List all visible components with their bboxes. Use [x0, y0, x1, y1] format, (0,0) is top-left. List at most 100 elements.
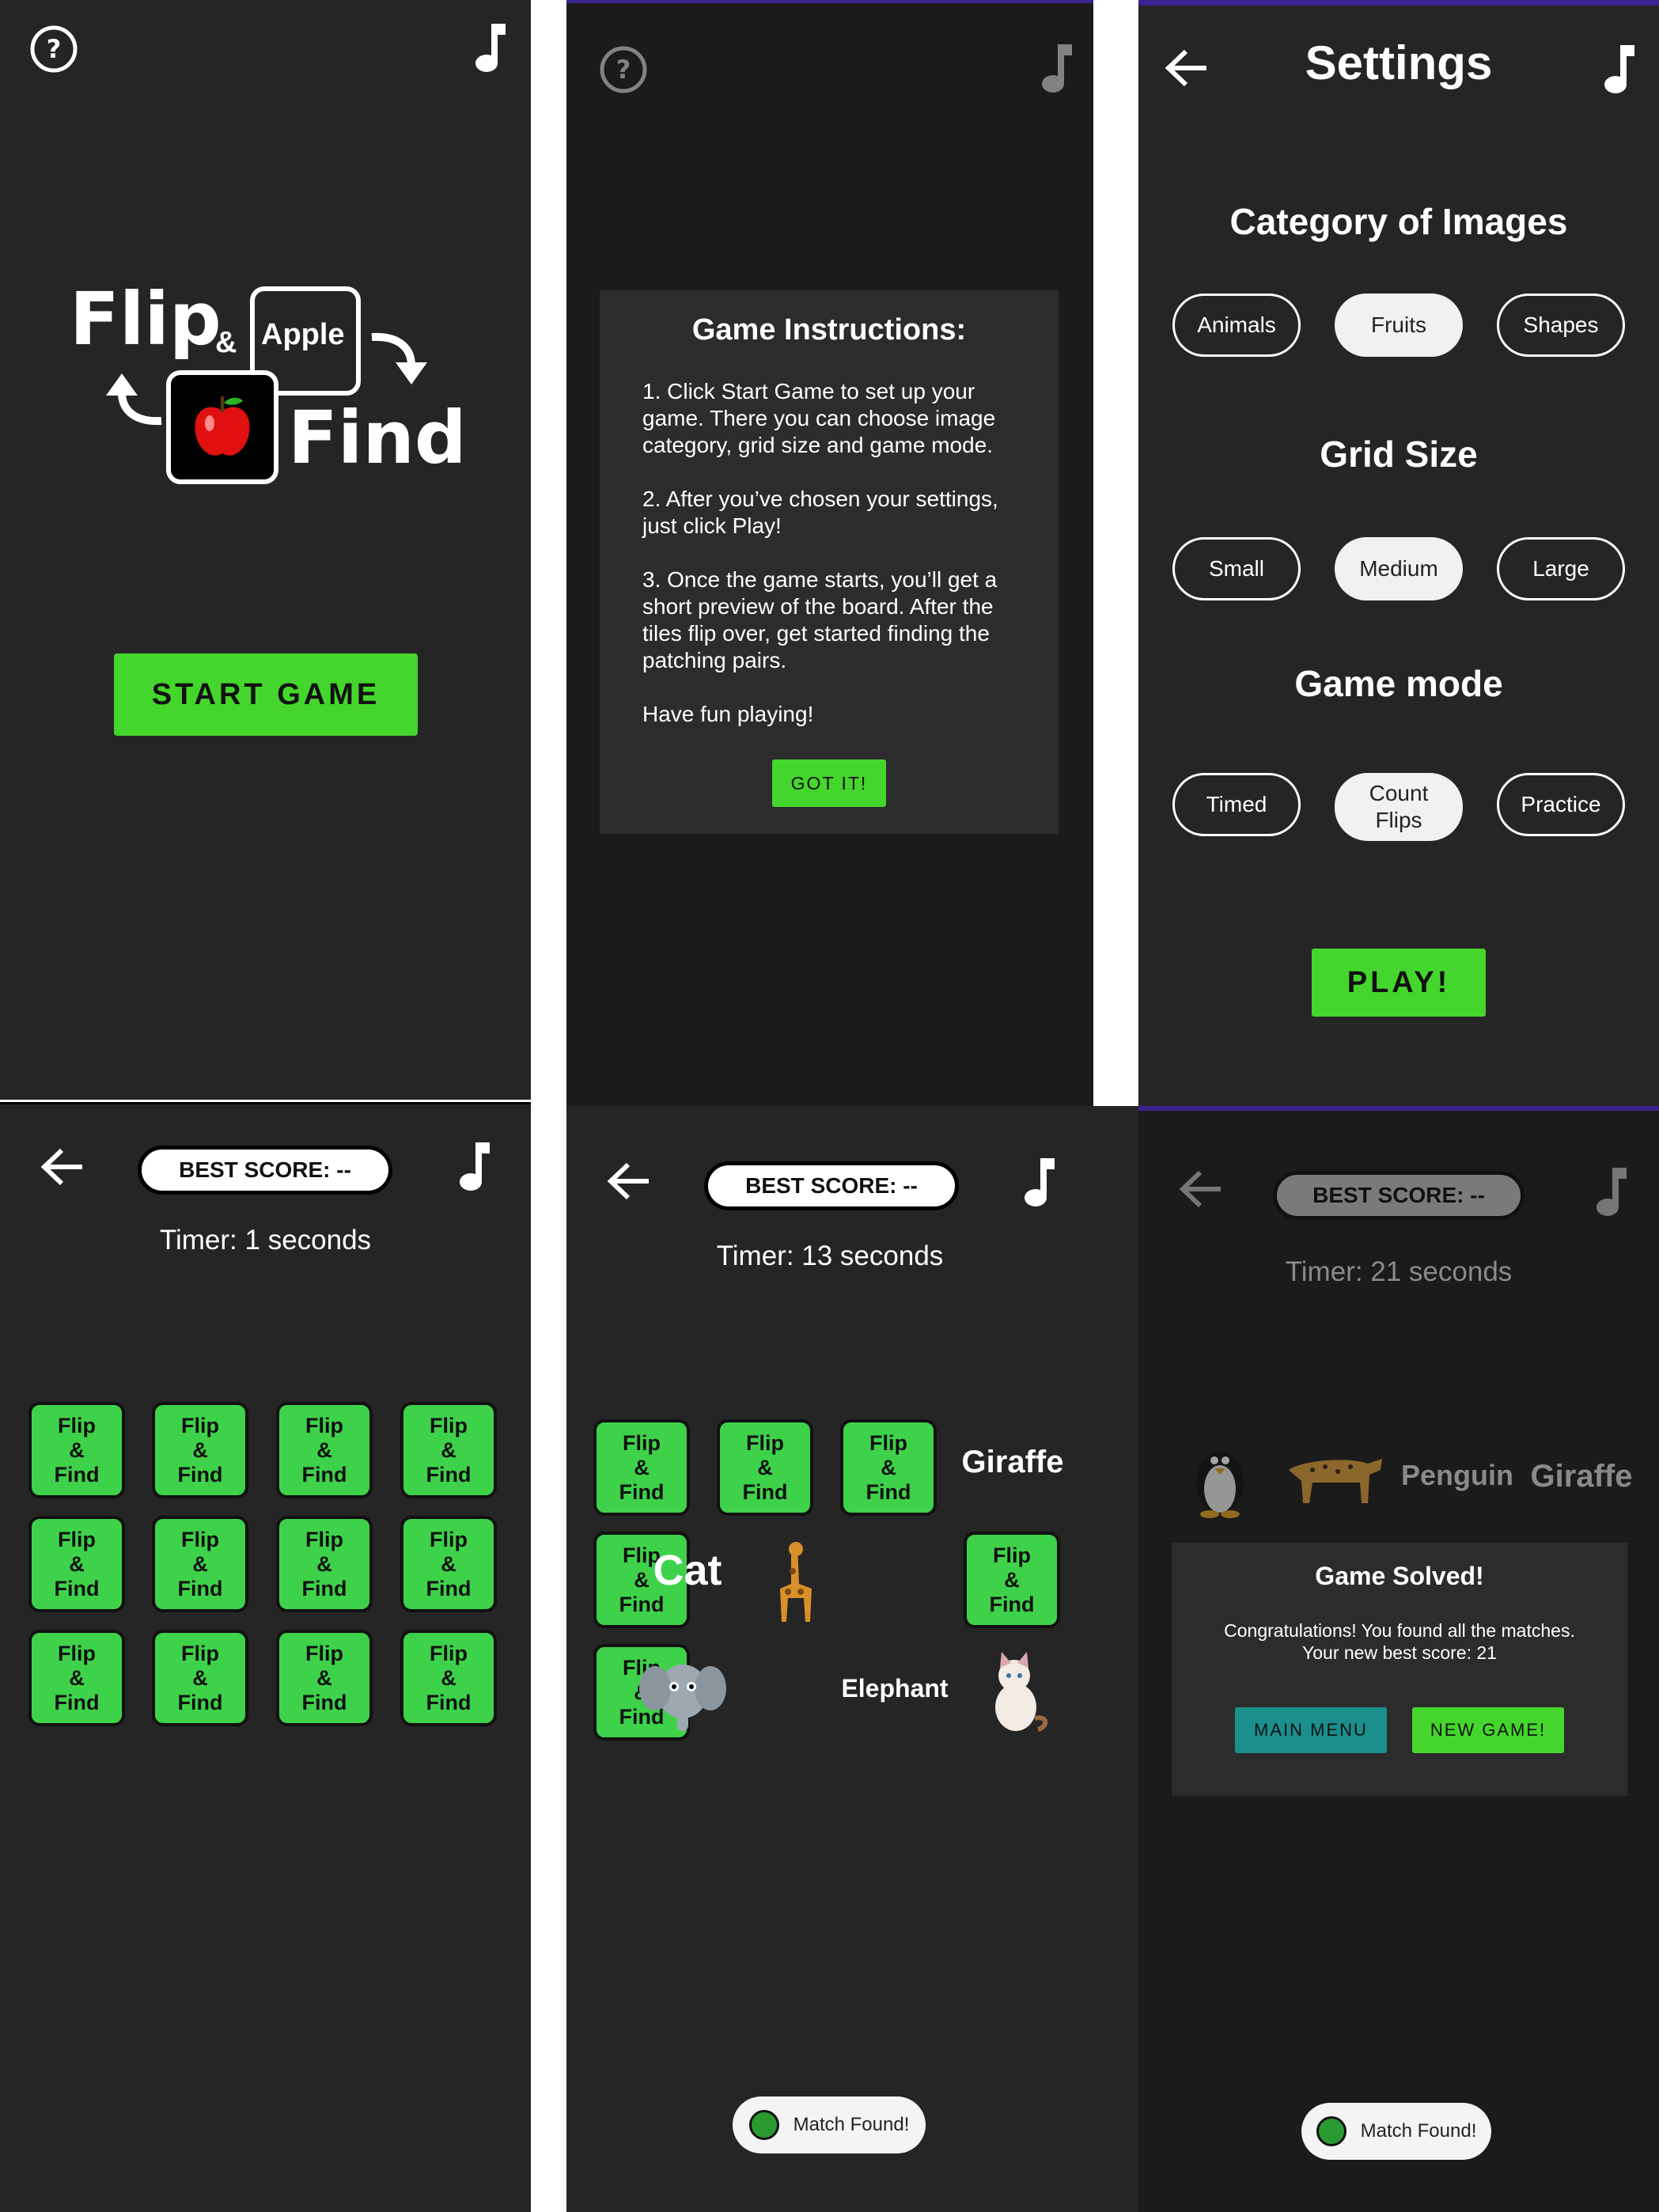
app-logo: Flip & Apple Find	[66, 277, 470, 491]
tile-text: &	[881, 1455, 896, 1479]
category-fruits-chip[interactable]: Fruits	[1335, 294, 1463, 357]
dialog-title: Game Instructions:	[691, 313, 967, 347]
page-title: Settings	[1305, 36, 1493, 89]
giraffe-word-card[interactable]: Giraffe	[960, 1445, 1065, 1480]
flip-find-tile[interactable]: Flip&Find	[152, 1516, 248, 1612]
tile-text: Find	[177, 1576, 223, 1600]
flip-find-tile[interactable]: Flip&Find	[28, 1516, 125, 1612]
grid-medium-chip[interactable]: Medium	[1335, 537, 1463, 600]
tile-text: Flip	[181, 1527, 219, 1551]
music-note-icon[interactable]	[449, 1136, 497, 1196]
music-note-icon	[1032, 38, 1079, 98]
best-score-badge: BEST SCORE: --	[138, 1146, 392, 1195]
tile-text: Flip	[305, 1641, 343, 1665]
back-arrow-icon[interactable]	[601, 1153, 657, 1209]
music-note-icon[interactable]	[465, 17, 513, 78]
flip-find-tile[interactable]: Flip&Find	[400, 1630, 497, 1726]
settings-screen: Settings Category of Images Animals Frui…	[1138, 0, 1659, 1106]
flip-find-tile[interactable]: Flip&Find	[276, 1516, 373, 1612]
best-score-badge: BEST SCORE: --	[704, 1161, 959, 1210]
flip-find-tile[interactable]: Flip&Find	[152, 1630, 248, 1726]
timer-label: Timer: 21 seconds	[1285, 1256, 1513, 1287]
match-found-toast: Match Found!	[1301, 2103, 1491, 2160]
tile-text: &	[192, 1551, 208, 1576]
tile-text: Find	[177, 1462, 223, 1487]
flip-find-tile[interactable]: Flip&Find	[717, 1419, 813, 1516]
flip-find-tile[interactable]: Flip&Find	[152, 1402, 248, 1498]
instruction-step-2: 2. After you’ve chosen your settings, ju…	[642, 487, 998, 538]
penguin-image-card	[1196, 1451, 1244, 1518]
mode-timed-chip[interactable]: Timed	[1172, 773, 1301, 836]
giraffe-image-card[interactable]	[756, 1540, 828, 1627]
tile-text: Flip	[181, 1641, 219, 1665]
grid-large-chip[interactable]: Large	[1497, 537, 1625, 600]
instruction-step-3: 3. Once the game starts, you’ll get a sh…	[642, 567, 998, 672]
tile-text: Flip	[430, 1413, 468, 1437]
toast-logo-icon	[1316, 2116, 1347, 2146]
logo-amp-text: &	[215, 326, 237, 359]
tile-text: Find	[742, 1479, 788, 1504]
mode-practice-chip[interactable]: Practice	[1497, 773, 1625, 836]
flip-find-tile[interactable]: Flip&Find	[400, 1402, 497, 1498]
instructions-screen: ? Game Instructions: 1. Click Start Game…	[566, 0, 1093, 1106]
congratulations-text: Congratulations! You found all the match…	[1224, 1620, 1575, 1641]
grid-small-chip[interactable]: Small	[1172, 537, 1301, 600]
grid-size-heading: Grid Size	[1320, 434, 1478, 475]
instruction-closing: Have fun playing!	[642, 702, 814, 726]
tile-text: Flip	[58, 1641, 96, 1665]
giraffe-word-card: Giraffe	[1530, 1459, 1633, 1494]
back-arrow-icon[interactable]	[35, 1139, 90, 1195]
start-game-button[interactable]: START GAME	[114, 653, 418, 736]
best-score-badge: BEST SCORE: --	[1273, 1171, 1525, 1220]
flip-find-tile[interactable]: Flip&Find	[593, 1419, 690, 1516]
play-button[interactable]: PLAY!	[1312, 949, 1486, 1017]
tile-text: Flip	[58, 1527, 96, 1551]
game-mode-heading: Game mode	[1294, 663, 1503, 704]
flip-find-tile[interactable]: Flip&Find	[400, 1516, 497, 1612]
flip-find-tile[interactable]: Flip&Find	[276, 1402, 373, 1498]
cheetah-image-card	[1289, 1459, 1382, 1503]
arrow-right-curve-icon	[371, 332, 427, 384]
elephant-image-card[interactable]	[639, 1653, 726, 1736]
tile-text: Find	[177, 1690, 223, 1714]
tile-text: &	[69, 1551, 85, 1576]
svg-text:?: ?	[47, 34, 62, 64]
flip-find-tile[interactable]: Flip&Find	[28, 1630, 125, 1726]
tile-text: Find	[865, 1479, 911, 1504]
tile-text: &	[316, 1551, 332, 1576]
tile-text: Flip	[993, 1543, 1031, 1567]
tile-text: &	[316, 1437, 332, 1462]
elephant-word-card[interactable]: Elephant	[831, 1674, 959, 1703]
cat-word-card[interactable]: Cat	[636, 1546, 739, 1595]
tile-text: Find	[301, 1690, 347, 1714]
logo-apple-text: Apple	[261, 318, 345, 351]
tile-text: Flip	[430, 1527, 468, 1551]
cat-image-card[interactable]	[979, 1652, 1051, 1734]
mode-count-flips-chip[interactable]: Count Flips	[1335, 773, 1463, 841]
tile-text: Flip	[181, 1413, 219, 1437]
flip-find-tile[interactable]: Flip&Find	[276, 1630, 373, 1726]
logo-flip-text: Flip	[70, 277, 222, 362]
tile-text: &	[634, 1455, 650, 1479]
flip-find-tile[interactable]: Flip&Find	[28, 1402, 125, 1498]
game-screen-progress: BEST SCORE: -- Timer: 13 seconds Flip & Fi…	[566, 1106, 1138, 2212]
tile-text: &	[441, 1437, 456, 1462]
toast-text: Match Found!	[1360, 2120, 1477, 2142]
tile-text: Find	[301, 1462, 347, 1487]
game-screen-start: BEST SCORE: -- Timer: 1 seconds Flip & Fin…	[0, 1102, 531, 2212]
toast-logo-icon	[748, 2110, 779, 2140]
tile-text: Flip	[623, 1430, 661, 1455]
flip-find-tile[interactable]: Flip&Find	[840, 1419, 937, 1516]
flip-find-tile[interactable]: Flip&Find	[964, 1532, 1060, 1628]
help-icon[interactable]: ?	[24, 19, 84, 79]
tile-text: &	[192, 1665, 208, 1690]
music-note-icon[interactable]	[1594, 39, 1642, 99]
main-menu-button[interactable]: MAIN MENU	[1235, 1707, 1387, 1753]
category-shapes-chip[interactable]: Shapes	[1497, 294, 1625, 357]
tile-text: &	[1004, 1567, 1020, 1592]
new-game-button[interactable]: NEW GAME!	[1412, 1707, 1564, 1753]
got-it-button[interactable]: GOT IT!	[772, 759, 886, 807]
category-animals-chip[interactable]: Animals	[1172, 294, 1301, 357]
tile-text: Flip	[58, 1413, 96, 1437]
music-note-icon[interactable]	[1014, 1152, 1062, 1212]
